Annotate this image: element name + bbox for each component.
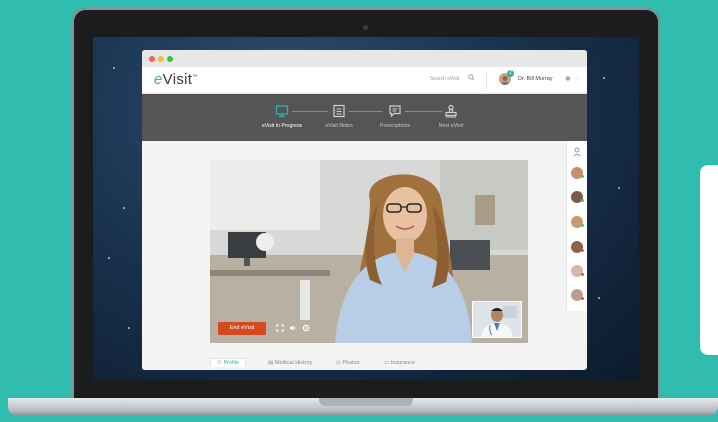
tab-label: Medical History <box>274 360 313 366</box>
tab-medical-history[interactable]: ▤ Medical History <box>268 360 312 366</box>
step-label: Next eVisit <box>438 123 464 129</box>
tab-label: Insurance <box>390 360 415 366</box>
patient-tabs: ⚇ Profile ▤ Medical History ◎ Photos ▭ I… <box>210 358 528 370</box>
tab-label: Photos <box>342 360 360 366</box>
status-dot <box>581 224 584 227</box>
app-header: eVisit™ Search eVisit 2 Dr. Bill Murray … <box>142 67 587 94</box>
logo-trademark: ™ <box>192 74 198 80</box>
search-icon[interactable] <box>468 74 475 81</box>
monitor-icon <box>275 105 289 118</box>
video-call-feed[interactable]: End eVisit <box>210 160 528 343</box>
status-dot <box>581 297 584 300</box>
minimize-window-button[interactable] <box>158 56 164 62</box>
stamp-icon <box>445 104 457 118</box>
logo-text: Visit <box>162 71 193 88</box>
window-titlebar <box>142 50 587 67</box>
status-dot <box>581 249 584 252</box>
help-icon[interactable]: ◌ <box>575 75 579 82</box>
search-input[interactable]: Search eVisit <box>430 76 459 82</box>
main-content: End eVisit ⚇ Profile ▤ Medical History ◎… <box>142 141 566 370</box>
fullscreen-icon[interactable] <box>276 324 284 332</box>
maximize-window-button[interactable] <box>167 56 173 62</box>
tab-photos[interactable]: ◎ Photos <box>336 360 359 366</box>
logo-prefix: e <box>154 71 163 88</box>
status-dot <box>581 199 584 202</box>
close-window-button[interactable] <box>149 56 155 62</box>
tab-label: Profile <box>223 360 240 366</box>
header-divider <box>486 72 487 89</box>
step-next-evisit[interactable]: Next eVisit <box>416 94 486 129</box>
webcam <box>363 25 368 30</box>
background-card <box>700 165 718 355</box>
doctor-self-view[interactable] <box>472 301 522 338</box>
laptop-notch <box>319 398 413 406</box>
chat-icon <box>389 105 401 118</box>
notes-icon <box>333 104 345 118</box>
evisit-logo[interactable]: eVisit™ <box>154 71 198 88</box>
card-icon: ▭ <box>384 360 391 366</box>
person-icon[interactable] <box>572 147 582 157</box>
tab-profile[interactable]: ⚇ Profile <box>210 358 247 367</box>
gear-icon[interactable]: ✱ <box>565 75 571 83</box>
visit-progress-bar: eVisit in Progress eVisit Notes Prescrip… <box>142 94 587 141</box>
volume-icon[interactable] <box>289 324 297 332</box>
patient-queue-rail <box>566 141 587 311</box>
doctor-video-image <box>473 302 521 337</box>
browser-window: eVisit™ Search eVisit 2 Dr. Bill Murray … <box>142 50 587 370</box>
end-evisit-button[interactable]: End eVisit <box>218 322 266 335</box>
status-dot <box>581 273 584 276</box>
list-icon: ▤ <box>268 360 275 366</box>
tab-insurance[interactable]: ▭ Insurance <box>384 360 415 366</box>
user-name[interactable]: Dr. Bill Murray <box>518 76 553 82</box>
notification-badge[interactable]: 2 <box>507 70 514 77</box>
settings-icon[interactable] <box>302 324 310 332</box>
status-dot <box>581 175 584 178</box>
